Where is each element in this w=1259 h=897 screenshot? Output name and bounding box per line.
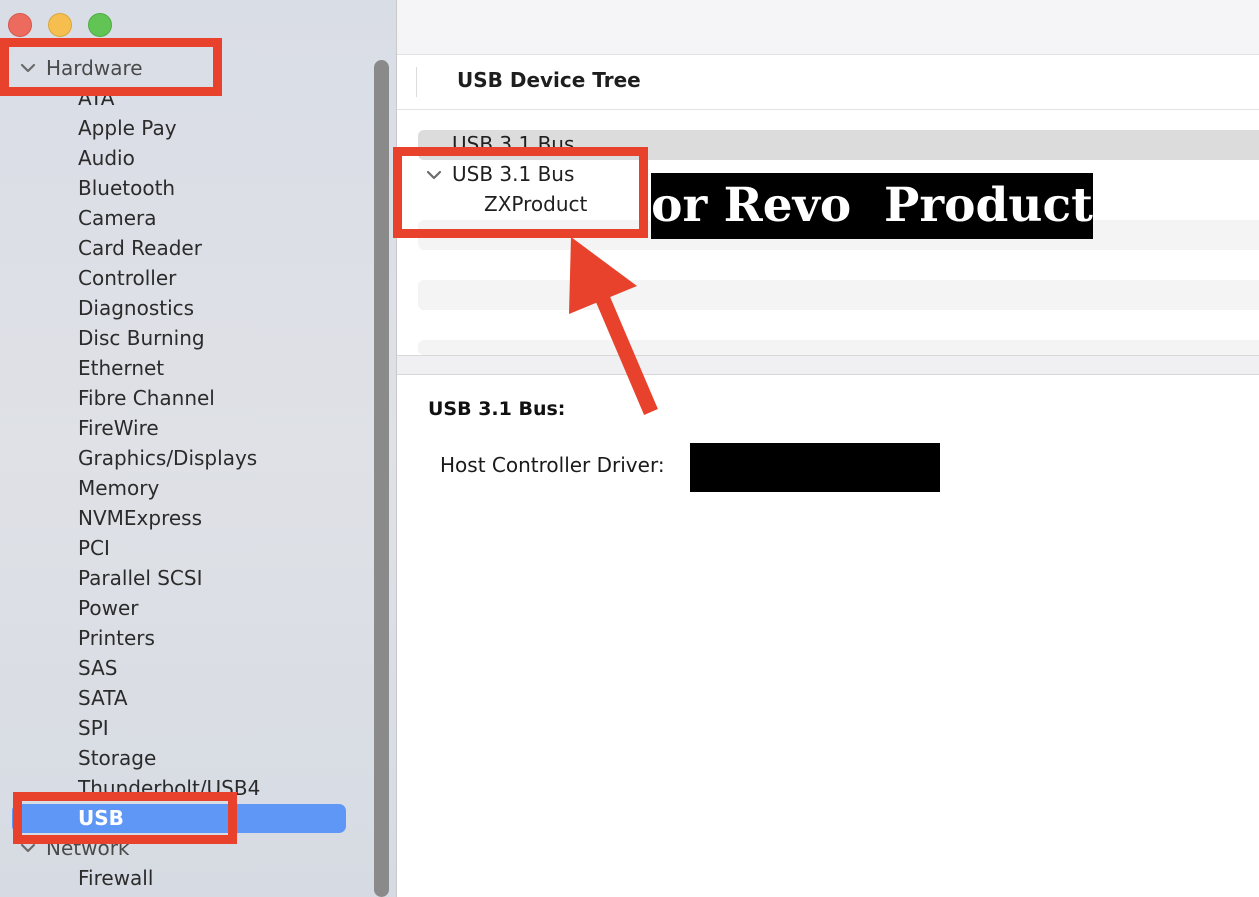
annotation-arrow-icon [569,237,658,415]
